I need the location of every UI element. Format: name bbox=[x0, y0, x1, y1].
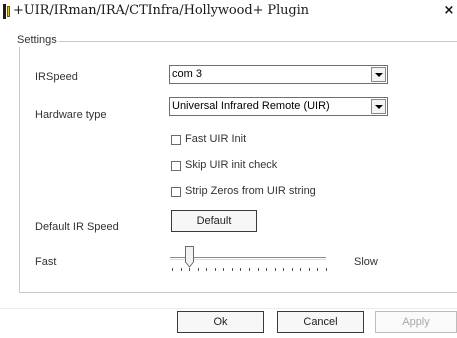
footer-divider bbox=[0, 308, 457, 309]
ir-speed-label: IRSpeed bbox=[35, 71, 78, 83]
slider-tick bbox=[198, 268, 199, 271]
slider-tick bbox=[266, 268, 267, 271]
hardware-type-dropdown-button[interactable] bbox=[371, 99, 386, 114]
slider-tick bbox=[300, 268, 301, 271]
default-button[interactable]: Default bbox=[171, 210, 257, 232]
strip-zeros-label[interactable]: Strip Zeros from UIR string bbox=[185, 185, 316, 198]
apply-button[interactable]: Apply bbox=[375, 311, 457, 333]
fast-uir-init-checkbox[interactable] bbox=[171, 135, 181, 145]
slider-tick bbox=[206, 268, 207, 271]
slider-tick bbox=[258, 268, 259, 271]
slider-tick bbox=[232, 268, 233, 271]
slider-tick bbox=[240, 268, 241, 271]
chevron-down-icon bbox=[375, 73, 383, 77]
fast-uir-init-label[interactable]: Fast UIR Init bbox=[185, 133, 246, 146]
strip-zeros-checkbox[interactable] bbox=[171, 187, 181, 197]
speed-slider-ticks bbox=[172, 268, 328, 272]
ir-speed-value: com 3 bbox=[172, 68, 202, 80]
window-title: +UIR/IRman/IRA/CTInfra/Hollywood+ Plugin bbox=[13, 3, 309, 18]
slider-tick bbox=[249, 268, 250, 271]
ir-speed-dropdown-button[interactable] bbox=[371, 67, 386, 82]
hardware-type-label: Hardware type bbox=[35, 109, 107, 121]
slider-tick bbox=[317, 268, 318, 271]
speed-slider-thumb[interactable] bbox=[185, 246, 194, 268]
slider-tick bbox=[189, 268, 190, 271]
slider-slow-label: Slow bbox=[354, 256, 378, 268]
slider-tick bbox=[223, 268, 224, 271]
settings-group-label: Settings bbox=[15, 34, 59, 47]
hardware-type-select[interactable]: Universal Infrared Remote (UIR) bbox=[169, 97, 388, 116]
slider-tick bbox=[326, 268, 327, 271]
cancel-button[interactable]: Cancel bbox=[277, 311, 364, 333]
slider-tick bbox=[172, 268, 173, 271]
ir-speed-select[interactable]: com 3 bbox=[169, 65, 388, 84]
title-bar[interactable]: +UIR/IRman/IRA/CTInfra/Hollywood+ Plugin… bbox=[0, 0, 457, 22]
slider-tick bbox=[275, 268, 276, 271]
slider-tick bbox=[215, 268, 216, 271]
close-icon: × bbox=[443, 3, 455, 18]
slider-tick bbox=[181, 268, 182, 271]
slider-fast-label: Fast bbox=[35, 256, 57, 268]
slider-tick bbox=[283, 268, 284, 271]
default-ir-speed-label: Default IR Speed bbox=[35, 221, 119, 233]
plugin-settings-window: +UIR/IRman/IRA/CTInfra/Hollywood+ Plugin… bbox=[0, 0, 457, 338]
slider-tick bbox=[309, 268, 310, 271]
skip-uir-init-check-label[interactable]: Skip UIR init check bbox=[185, 159, 277, 172]
app-icon bbox=[3, 4, 11, 19]
ok-button[interactable]: Ok bbox=[177, 311, 264, 333]
slider-tick bbox=[292, 268, 293, 271]
skip-uir-init-check-checkbox[interactable] bbox=[171, 161, 181, 171]
close-button[interactable]: × bbox=[441, 2, 457, 20]
chevron-down-icon bbox=[375, 105, 383, 109]
hardware-type-value: Universal Infrared Remote (UIR) bbox=[172, 100, 330, 112]
